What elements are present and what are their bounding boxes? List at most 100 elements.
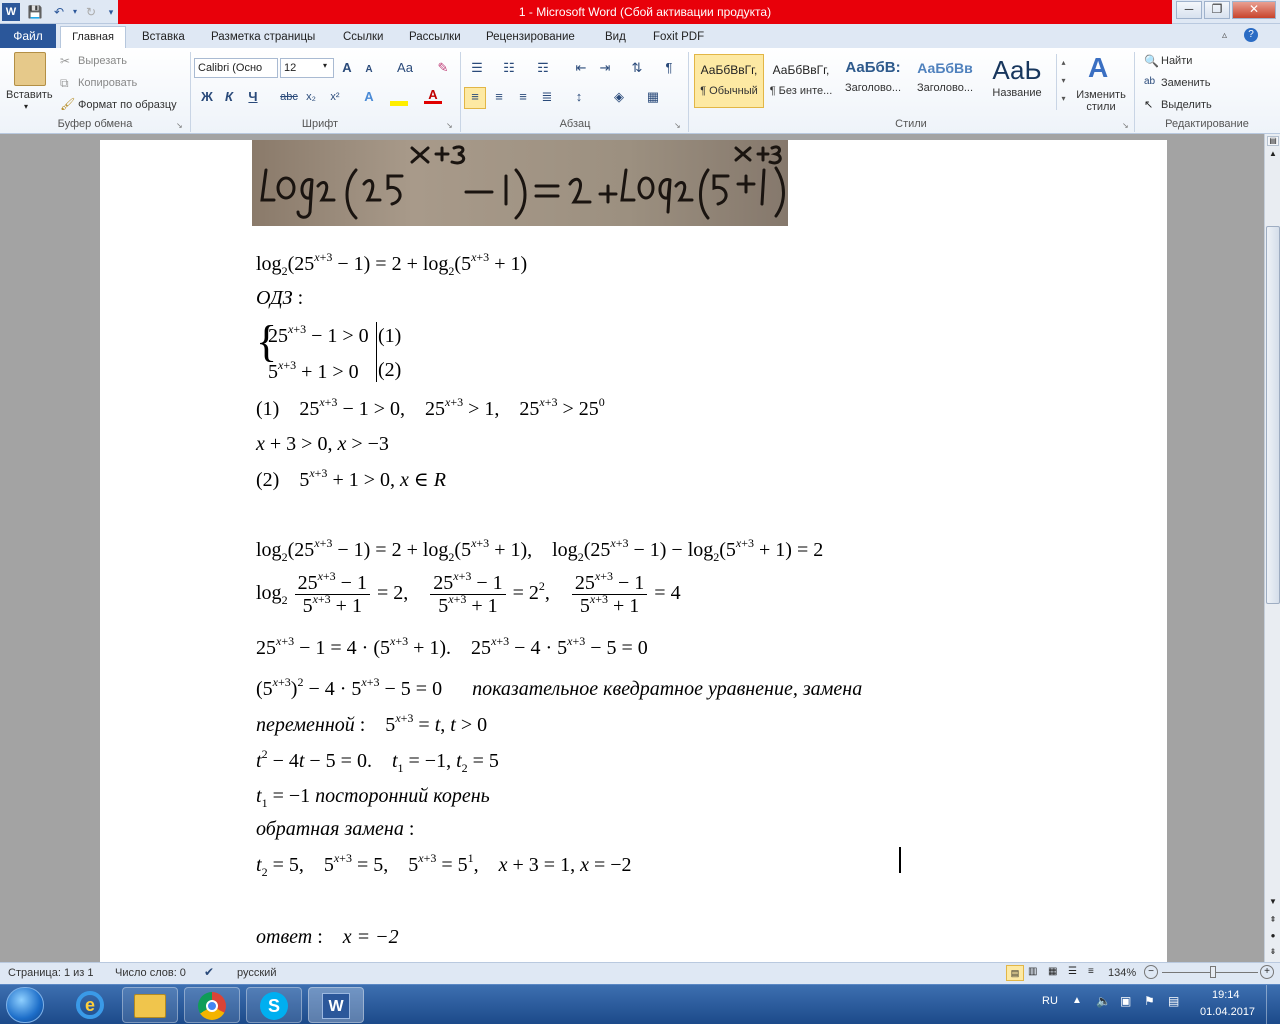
outline-icon[interactable]: ☰ (1068, 966, 1077, 977)
shrink-font-icon[interactable]: A (360, 61, 378, 79)
font-size-dropdown-icon[interactable]: ▾ (323, 61, 327, 70)
paste-dropdown-icon[interactable]: ▾ (24, 102, 28, 111)
cut-button[interactable]: Вырезать (78, 55, 127, 67)
taskbar-skype[interactable]: S (246, 987, 302, 1023)
draft-icon[interactable]: ≡ (1088, 966, 1094, 977)
tab-foxit-pdf[interactable]: Foxit PDF (647, 26, 710, 48)
vertical-scrollbar[interactable]: ▤ ▲ ▼ ⇞ ● ⇟ (1264, 134, 1280, 962)
network-icon[interactable]: ▣ (1120, 994, 1131, 1008)
word-count[interactable]: Число слов: 0 (115, 967, 186, 979)
format-painter-button[interactable]: Формат по образцу (78, 99, 177, 111)
style-title[interactable]: АаЬ Название (982, 54, 1052, 108)
font-color-icon[interactable]: A (424, 86, 442, 104)
scroll-down-icon[interactable]: ▼ (1267, 896, 1279, 908)
show-marks-icon[interactable]: ¶ (660, 59, 678, 77)
paragraph-launcher-icon[interactable]: ↘ (674, 121, 681, 130)
minimize-ribbon-icon[interactable]: ▵ (1222, 30, 1227, 41)
borders-icon[interactable]: ▦ (644, 88, 662, 106)
maximize-button[interactable]: ❐ (1204, 1, 1230, 19)
taskbar-word[interactable]: W (308, 987, 364, 1023)
style-no-spacing[interactable]: АаБбВвГг, ¶ Без инте... (766, 54, 836, 108)
tab-references[interactable]: Ссылки (337, 26, 390, 48)
taskbar-ie[interactable]: e (62, 987, 118, 1023)
align-right-icon[interactable]: ≡ (514, 88, 532, 106)
tab-insert[interactable]: Вставка (136, 26, 191, 48)
full-screen-reading-icon[interactable]: ▥ (1028, 966, 1037, 977)
scroll-thumb[interactable] (1266, 226, 1280, 604)
italic-icon[interactable]: К (220, 88, 238, 106)
paste-button[interactable]: Вставить (6, 89, 53, 101)
style-heading-2[interactable]: АаБбВв Заголово... (910, 54, 980, 108)
change-styles-icon[interactable]: A (1088, 52, 1108, 84)
font-name-box[interactable]: Calibri (Осно (194, 58, 278, 78)
word-app-icon[interactable]: W (2, 3, 20, 21)
next-page-icon[interactable]: ⇟ (1267, 946, 1279, 958)
proofing-icon[interactable]: ✔ (204, 965, 214, 979)
show-desktop-button[interactable] (1266, 985, 1280, 1025)
subscript-icon[interactable]: x₂ (302, 88, 320, 106)
browse-object-icon[interactable]: ● (1267, 930, 1279, 942)
close-button[interactable]: ✕ (1232, 1, 1276, 19)
clipboard-launcher-icon[interactable]: ↘ (176, 121, 183, 130)
multilevel-list-icon[interactable]: ☶ (534, 59, 552, 77)
superscript-icon[interactable]: x² (326, 88, 344, 106)
document-page[interactable]: log2(25x+3 − 1) = 2 + log2(5x+3 + 1) ОДЗ… (100, 140, 1167, 962)
justify-icon[interactable]: ≣ (538, 88, 556, 106)
underline-icon[interactable]: Ч (244, 88, 262, 106)
style-heading-1[interactable]: АаБбВ: Заголово... (838, 54, 908, 108)
tab-page-layout[interactable]: Разметка страницы (205, 26, 321, 48)
bullets-icon[interactable]: ☰ (468, 59, 486, 77)
clock-time[interactable]: 19:14 (1212, 989, 1240, 1001)
language-indicator[interactable]: русский (237, 967, 276, 979)
tray-app-icon[interactable]: ▤ (1168, 994, 1179, 1008)
decrease-indent-icon[interactable]: ⇤ (572, 59, 590, 77)
styles-gallery-scroll[interactable]: ▴ ▾ ▾ (1056, 54, 1070, 110)
sort-icon[interactable]: ⇅ (628, 59, 646, 77)
numbering-icon[interactable]: ☷ (500, 59, 518, 77)
tab-mailings[interactable]: Рассылки (403, 26, 467, 48)
tab-review[interactable]: Рецензирование (480, 26, 581, 48)
scroll-up-icon[interactable]: ▲ (1267, 148, 1279, 160)
shading-icon[interactable]: ◈ (610, 88, 628, 106)
previous-page-icon[interactable]: ⇞ (1267, 914, 1279, 926)
text-effects-icon[interactable]: A (360, 88, 378, 106)
replace-button[interactable]: Заменить (1161, 77, 1210, 89)
line-spacing-icon[interactable]: ↕ (570, 88, 588, 106)
volume-icon[interactable]: 🔈 (1096, 994, 1111, 1008)
print-layout-icon[interactable]: ▤ (1006, 965, 1024, 981)
web-layout-icon[interactable]: ▦ (1048, 966, 1057, 977)
increase-indent-icon[interactable]: ⇥ (596, 59, 614, 77)
bold-icon[interactable]: Ж (198, 88, 216, 106)
handwritten-equation-image[interactable] (252, 140, 788, 226)
taskbar-chrome[interactable] (184, 987, 240, 1023)
change-styles-button[interactable]: Изменить стили (1074, 89, 1128, 113)
style-normal[interactable]: АаБбВвГг, ¶ Обычный (694, 54, 764, 108)
clipboard-icon[interactable] (14, 52, 46, 86)
align-left-icon[interactable]: ≡ (464, 87, 486, 109)
help-icon[interactable]: ? (1244, 28, 1258, 42)
zoom-in-icon[interactable]: + (1260, 965, 1274, 979)
styles-launcher-icon[interactable]: ↘ (1122, 121, 1129, 130)
clock-date[interactable]: 01.04.2017 (1200, 1006, 1255, 1018)
taskbar-explorer[interactable] (122, 987, 178, 1023)
redo-icon[interactable]: ↻ (82, 3, 100, 21)
tab-view[interactable]: Вид (599, 26, 632, 48)
show-hidden-icons-icon[interactable]: ▲ (1072, 995, 1082, 1006)
change-case-icon[interactable]: Aa (394, 59, 416, 77)
zoom-level[interactable]: 134% (1108, 967, 1136, 979)
copy-button[interactable]: Копировать (78, 77, 137, 89)
save-icon[interactable]: 💾 (26, 3, 44, 21)
zoom-slider-thumb[interactable] (1210, 966, 1216, 978)
start-button-icon[interactable] (6, 987, 44, 1023)
grow-font-icon[interactable]: A (338, 59, 356, 77)
page-count[interactable]: Страница: 1 из 1 (8, 967, 94, 979)
tab-home[interactable]: Главная (60, 26, 126, 48)
tab-file[interactable]: Файл (0, 24, 56, 48)
select-button[interactable]: Выделить (1161, 99, 1212, 111)
zoom-out-icon[interactable]: − (1144, 965, 1158, 979)
clear-formatting-icon[interactable]: ✎ (434, 59, 452, 77)
align-center-icon[interactable]: ≡ (490, 88, 508, 106)
find-button[interactable]: Найти (1161, 55, 1192, 67)
strikethrough-icon[interactable]: abc (278, 88, 300, 106)
input-language[interactable]: RU (1042, 995, 1058, 1007)
